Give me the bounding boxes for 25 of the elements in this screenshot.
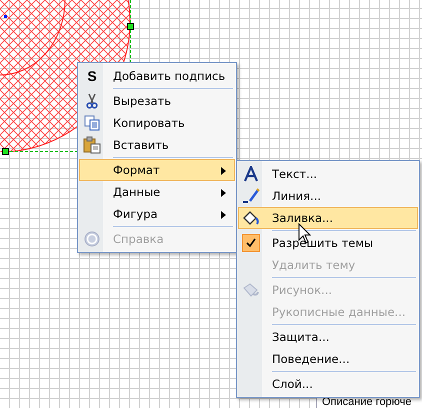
menu-item[interactable]: Разрешить темы	[238, 232, 418, 254]
menu-item[interactable]: Слой...	[238, 373, 418, 395]
connection-point-icon	[4, 15, 7, 18]
paste-icon	[83, 136, 101, 154]
menu-item[interactable]: Фигура	[79, 203, 235, 225]
menu-item[interactable]: Вырезать	[79, 90, 235, 112]
menu-item[interactable]: Вставить	[79, 134, 235, 156]
copy-icon	[84, 115, 100, 131]
menu-item[interactable]: Копировать	[79, 112, 235, 134]
scissors-icon	[84, 93, 100, 109]
menu-item[interactable]: Формат	[79, 159, 235, 181]
menu-item[interactable]: Текст...	[238, 163, 418, 185]
selection-handle[interactable]	[2, 148, 9, 155]
paint-bucket-icon	[242, 210, 260, 226]
menu-item[interactable]: S Добавить подпись	[79, 65, 235, 87]
menu-item[interactable]: Поведение...	[238, 348, 418, 370]
caption-icon: S	[87, 68, 97, 84]
panel-text: Описание горюче	[322, 396, 412, 408]
letter-a-icon	[243, 166, 259, 182]
selection-handle[interactable]	[127, 23, 134, 30]
menu-item[interactable]: Линия...	[238, 185, 418, 207]
menu-item[interactable]: Данные	[79, 181, 235, 203]
pen-line-icon	[242, 188, 260, 204]
menu-item[interactable]: Заливка...	[238, 207, 418, 229]
menu-item[interactable]: Защита...	[238, 326, 418, 348]
